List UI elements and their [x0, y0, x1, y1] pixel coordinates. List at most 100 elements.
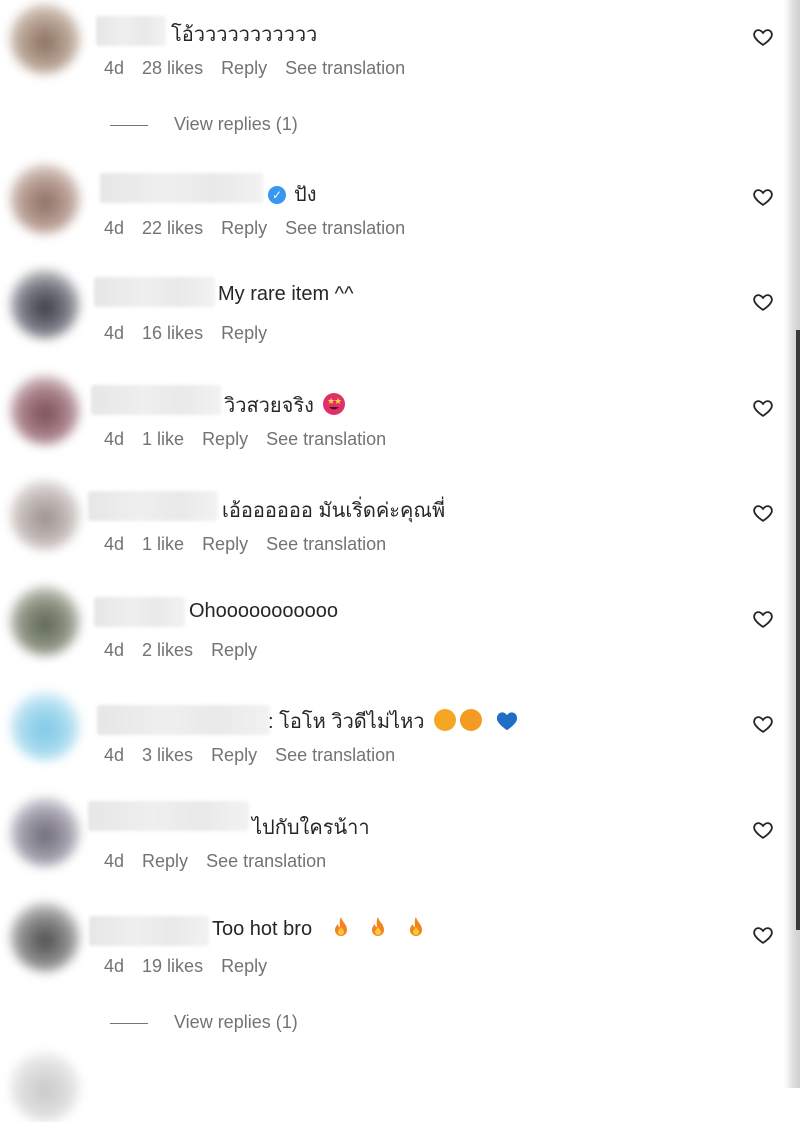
like-count[interactable]: 19 likes — [142, 956, 203, 976]
see-translation-link[interactable]: See translation — [266, 534, 386, 554]
avatar[interactable] — [10, 375, 80, 445]
comment-time: 4d — [104, 218, 125, 238]
avatar[interactable] — [10, 691, 80, 761]
comment-time: 4d — [104, 745, 125, 765]
comment-meta: 4d 3 likes Reply See translation — [104, 745, 413, 766]
comment-time: 4d — [104, 956, 125, 976]
username-blurred[interactable] — [96, 16, 166, 46]
avatar[interactable] — [10, 164, 80, 234]
comment-meta: 4d 1 like Reply See translation — [104, 429, 404, 450]
reply-button[interactable]: Reply — [202, 429, 248, 449]
heart-outline-icon[interactable] — [752, 186, 774, 208]
reply-button[interactable]: Reply — [221, 58, 267, 78]
heart-outline-icon[interactable] — [752, 924, 774, 946]
username-blurred[interactable] — [88, 801, 249, 831]
heart-outline-icon[interactable] — [752, 502, 774, 524]
see-translation-link[interactable]: See translation — [285, 58, 405, 78]
verified-badge-icon: ✓ — [268, 186, 286, 204]
heart-outline-icon[interactable] — [752, 819, 774, 841]
comment-item: เอ้ออออออ มันเริ่ดค่ะคุณพี่ 4d 1 like Repl… — [0, 476, 790, 576]
see-translation-link[interactable]: See translation — [266, 429, 386, 449]
like-count[interactable]: 1 like — [142, 534, 184, 554]
comment-meta: 4d 28 likes Reply See translation — [104, 58, 423, 79]
comment-text: Too hot bro — [212, 916, 425, 941]
username-blurred[interactable] — [94, 277, 215, 307]
comment-text: : โอโห วิวดีไม่ไหว — [268, 705, 518, 737]
reply-button[interactable]: Reply — [202, 534, 248, 554]
reply-button[interactable]: Reply — [221, 956, 267, 976]
comment-meta: 4d 1 like Reply See translation — [104, 534, 404, 555]
comment-body: วิวสวยจริง — [224, 395, 314, 417]
see-translation-link[interactable]: See translation — [275, 745, 395, 765]
star-eyes-emoji-icon: ★ ★ — [323, 393, 346, 415]
fire-emoji-icon — [409, 917, 422, 936]
svg-text:★: ★ — [334, 396, 342, 406]
comment-item: Ohooooooooooo 4d 2 likes Reply — [0, 582, 790, 682]
like-count[interactable]: 2 likes — [142, 640, 193, 660]
reply-button[interactable]: Reply — [211, 640, 257, 660]
replies-divider — [110, 124, 148, 126]
comment-body: : โอโห วิวดีไม่ไหว — [268, 711, 425, 733]
comment-time: 4d — [104, 640, 125, 660]
comment-item: Too hot bro 4d 19 likes Reply View replies… — [0, 898, 790, 1048]
comment-time: 4d — [104, 58, 125, 78]
heart-outline-icon[interactable] — [752, 291, 774, 313]
comment-text: เอ้ออออออ มันเริ่ดค่ะคุณพี่ — [222, 500, 446, 522]
comment-item: วิวสวยจริง ★ ★ 4d 1 like Reply See translati… — [0, 371, 790, 471]
avatar[interactable] — [10, 1052, 80, 1122]
comment-meta: 4d 22 likes Reply See translation — [104, 218, 423, 239]
username-blurred[interactable] — [91, 385, 221, 415]
avatar[interactable] — [10, 269, 80, 339]
username-blurred[interactable] — [88, 491, 218, 521]
reply-button[interactable]: Reply — [221, 218, 267, 238]
like-count[interactable]: 16 likes — [142, 323, 203, 343]
username-blurred[interactable] — [100, 173, 263, 203]
comment-meta: 4d Reply See translation — [104, 851, 344, 872]
like-count[interactable]: 3 likes — [142, 745, 193, 765]
comment-item: My rare item ^^ 4d 16 likes Reply — [0, 265, 790, 365]
like-count[interactable]: 22 likes — [142, 218, 203, 238]
blue-heart-icon — [496, 712, 517, 731]
comment-item: โอ้ววววววววววว 4d 28 likes Reply See transl… — [0, 0, 790, 150]
view-replies-button[interactable]: View replies (1) — [110, 1012, 298, 1033]
view-replies-label: View replies (1) — [174, 1012, 298, 1032]
comment-time: 4d — [104, 534, 125, 554]
view-replies-button[interactable]: View replies (1) — [110, 114, 298, 135]
username-blurred[interactable] — [94, 597, 185, 627]
like-count[interactable]: 1 like — [142, 429, 184, 449]
comment-item: ไปกับใครน้าา 4d Reply See translation — [0, 793, 790, 893]
heart-outline-icon[interactable] — [752, 713, 774, 735]
avatar[interactable] — [10, 902, 80, 972]
comment-time: 4d — [104, 323, 125, 343]
username-blurred[interactable] — [89, 916, 209, 946]
see-translation-link[interactable]: See translation — [285, 218, 405, 238]
replies-divider — [110, 1022, 148, 1024]
comment-text: ✓ ปัง — [268, 178, 316, 210]
hand-over-mouth-emoji-icon — [460, 709, 483, 731]
blushing-emoji-icon — [434, 709, 457, 731]
fire-emoji-icon — [334, 917, 347, 936]
comment-text: ไปกับใครน้าา — [252, 817, 370, 839]
comment-text: My rare item ^^ — [218, 283, 354, 305]
username-blurred[interactable] — [97, 705, 270, 735]
heart-outline-icon[interactable] — [752, 26, 774, 48]
avatar[interactable] — [10, 480, 80, 550]
heart-outline-icon[interactable] — [752, 397, 774, 419]
heart-outline-icon[interactable] — [752, 608, 774, 630]
comment-item: : โอโห วิวดีไม่ไหว 4d 3 likes Reply See tra… — [0, 687, 790, 787]
comment-meta: 4d 2 likes Reply — [104, 640, 275, 661]
reply-button[interactable]: Reply — [142, 851, 188, 871]
like-count[interactable]: 28 likes — [142, 58, 203, 78]
avatar[interactable] — [10, 797, 80, 867]
see-translation-link[interactable]: See translation — [206, 851, 326, 871]
reply-button[interactable]: Reply — [221, 323, 267, 343]
avatar[interactable] — [10, 4, 80, 74]
comment-text: วิวสวยจริง ★ ★ — [224, 389, 346, 421]
reply-button[interactable]: Reply — [211, 745, 257, 765]
background-strip — [796, 330, 800, 930]
comment-time: 4d — [104, 851, 125, 871]
comment-time: 4d — [104, 429, 125, 449]
avatar[interactable] — [10, 586, 80, 656]
comment-body: Too hot bro — [212, 918, 313, 940]
comment-body: ปัง — [294, 184, 317, 206]
